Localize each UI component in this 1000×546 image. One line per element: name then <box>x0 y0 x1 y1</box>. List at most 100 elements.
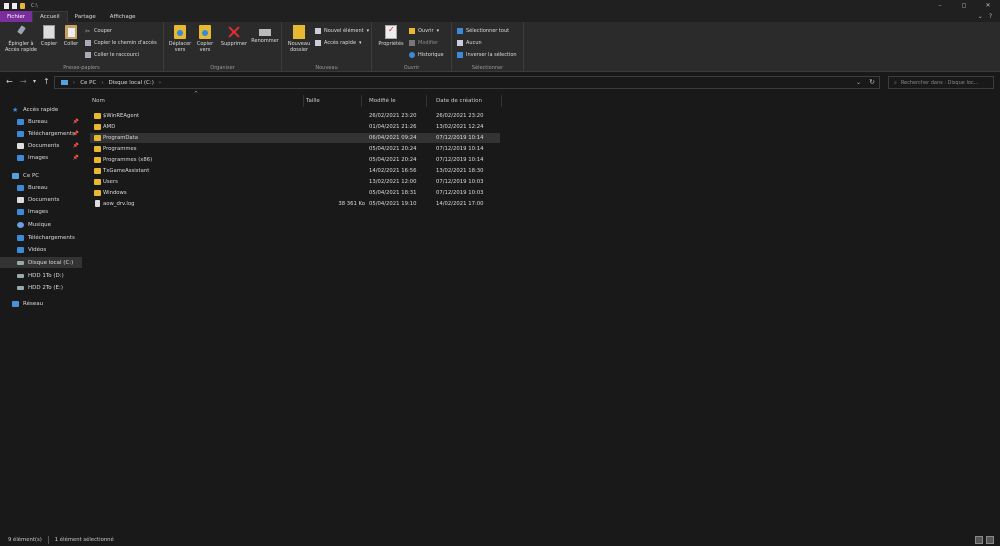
nav-pc-downloads[interactable]: Téléchargements <box>0 232 82 243</box>
tab-home[interactable]: Accueil <box>31 11 68 22</box>
table-row[interactable]: AMD 01/04/2021 21:26 13/02/2021 12:24 <box>90 122 500 132</box>
address-bar[interactable]: › Ce PC › Disque local (C:) › ⌄ ↻ <box>54 76 880 89</box>
select-none-label: Aucun <box>466 40 482 46</box>
minimize-button[interactable]: – <box>928 0 952 11</box>
title-bar: C:\ – ◻ ✕ <box>0 0 1000 11</box>
nav-quick-downloads[interactable]: Téléchargements 📌 <box>0 128 82 139</box>
column-header-name[interactable]: Nom <box>84 95 304 107</box>
documents-icon <box>17 142 24 149</box>
nav-pc-music[interactable]: Musique <box>0 219 82 230</box>
new-item-icon <box>315 28 321 34</box>
cut-button[interactable]: ✂ Couper <box>85 28 113 35</box>
maximize-button[interactable]: ◻ <box>952 0 976 11</box>
up-arrow-icon[interactable]: ↑ <box>43 77 50 86</box>
nav-pc-hdd-e[interactable]: HDD 2To (E:) <box>0 282 82 293</box>
details-view-icon[interactable] <box>975 536 983 544</box>
back-arrow-icon[interactable]: ← <box>6 77 13 86</box>
properties-quick-icon[interactable] <box>4 2 9 9</box>
tab-file[interactable]: Fichier <box>0 11 32 22</box>
download-icon <box>17 234 24 241</box>
new-file-quick-icon[interactable] <box>12 2 17 9</box>
view-toggle <box>975 536 994 544</box>
pictures-icon <box>17 208 24 215</box>
new-item-button[interactable]: Nouvel élément ▾ <box>315 28 369 34</box>
nav-this-pc[interactable]: Ce PC <box>0 170 82 181</box>
open-dropdown-icon: ▾ <box>436 28 440 34</box>
close-button[interactable]: ✕ <box>976 0 1000 11</box>
nav-quick-pictures[interactable]: Images 📌 <box>0 152 82 163</box>
column-header-created[interactable]: Date de création <box>428 95 502 107</box>
table-row[interactable]: Programmes 05/04/2021 20:24 07/12/2019 1… <box>90 144 500 154</box>
edit-button[interactable]: Modifier <box>409 40 438 46</box>
paste-shortcut-button[interactable]: Coller le raccourci <box>85 52 139 58</box>
nav-pc-pictures[interactable]: Images <box>0 206 82 217</box>
copy-button[interactable]: Copier <box>40 25 58 47</box>
move-to-label: Déplacer vers <box>168 41 192 53</box>
large-icons-view-icon[interactable] <box>986 536 994 544</box>
file-name: $WinREAgent <box>103 113 140 119</box>
edit-icon <box>409 40 415 46</box>
search-box[interactable]: ⌕ Rechercher dans : Disque loc... <box>888 76 994 89</box>
file-modified: 06/04/2021 09:24 <box>369 135 417 141</box>
cut-label: Couper <box>94 28 113 34</box>
nav-pc-desktop[interactable]: Bureau <box>0 182 82 193</box>
file-created: 13/02/2021 18:30 <box>436 168 484 174</box>
nav-quick-desktop[interactable]: Bureau 📌 <box>0 116 82 127</box>
tab-view[interactable]: Affichage <box>103 11 143 22</box>
easy-access-button[interactable]: Accès rapide ▾ <box>315 40 362 46</box>
file-created: 26/02/2021 23:20 <box>436 113 484 119</box>
open-button[interactable]: Ouvrir ▾ <box>409 28 439 34</box>
breadcrumb-separator-icon: › <box>158 79 162 86</box>
music-icon <box>17 221 24 228</box>
paste-button[interactable]: Coller <box>62 25 80 47</box>
nav-quick-access[interactable]: ★ Accès rapide <box>0 104 82 115</box>
rename-button[interactable]: Renommer <box>250 25 280 44</box>
tab-share[interactable]: Partage <box>68 11 103 22</box>
help-icon[interactable]: ? <box>989 13 992 20</box>
table-row[interactable]: Users 13/02/2021 12:00 07/12/2019 10:03 <box>90 177 500 187</box>
pinned-icon: 📌 <box>72 142 79 149</box>
nav-label: Vidéos <box>28 246 47 253</box>
breadcrumb-local-disk[interactable]: Disque local (C:) <box>109 80 154 86</box>
properties-button[interactable]: Propriétés <box>377 25 405 47</box>
nav-pc-local-disk[interactable]: Disque local (C:) <box>0 257 82 268</box>
table-row[interactable]: $WinREAgent 26/02/2021 23:20 26/02/2021 … <box>90 111 500 121</box>
delete-button[interactable]: Supprimer <box>220 25 248 47</box>
refresh-icon[interactable]: ↻ <box>869 78 875 86</box>
history-button[interactable]: Historique <box>409 52 444 58</box>
table-row[interactable]: Windows 05/04/2021 18:31 07/12/2019 10:0… <box>90 188 500 198</box>
nav-network[interactable]: Réseau <box>0 298 82 309</box>
recent-locations-icon[interactable]: ▾ <box>33 78 36 85</box>
column-header-size[interactable]: Taille <box>298 95 362 107</box>
copy-to-button[interactable]: Copier vers <box>194 25 216 53</box>
table-row[interactable]: Programmes (x86) 05/04/2021 20:24 07/12/… <box>90 155 500 165</box>
computer-icon <box>12 172 19 179</box>
table-row[interactable]: aow_drv.log 38 361 Ko 05/04/2021 19:10 1… <box>90 199 500 209</box>
address-dropdown-icon[interactable]: ⌄ <box>856 79 861 86</box>
table-row[interactable]: ProgramData 06/04/2021 09:24 07/12/2019 … <box>90 133 500 143</box>
nav-pc-documents[interactable]: Documents <box>0 194 82 205</box>
invert-selection-button[interactable]: Inverser la sélection <box>457 52 517 58</box>
history-icon <box>409 52 415 58</box>
file-icon <box>95 200 100 207</box>
select-all-button[interactable]: Sélectionner tout <box>457 28 509 34</box>
new-group: Nouveau dossier Nouvel élément ▾ Accès r… <box>282 22 372 72</box>
move-to-button[interactable]: Déplacer vers <box>168 25 192 53</box>
new-folder-quick-icon[interactable] <box>20 2 25 9</box>
item-count: 9 élément(s) <box>8 537 42 543</box>
select-none-button[interactable]: Aucun <box>457 40 482 46</box>
table-row[interactable]: TxGameAssistant 14/02/2021 16:56 13/02/2… <box>90 166 500 176</box>
folder-icon <box>94 135 101 141</box>
nav-pc-hdd-d[interactable]: HDD 1To (D:) <box>0 270 82 281</box>
nav-quick-documents[interactable]: Documents 📌 <box>0 140 82 151</box>
breadcrumb-this-pc[interactable]: Ce PC <box>80 80 96 86</box>
forward-arrow-icon[interactable]: → <box>20 77 27 86</box>
copy-path-button[interactable]: Copier le chemin d'accès <box>85 40 157 46</box>
folder-icon <box>94 168 101 174</box>
nav-pc-videos[interactable]: Vidéos <box>0 244 82 255</box>
new-folder-button[interactable]: Nouveau dossier <box>286 25 312 53</box>
pin-quick-access-button[interactable]: Épingler à Accès rapide <box>4 25 38 53</box>
ribbon-expand-icon[interactable]: ⌄ <box>978 13 983 20</box>
column-header-modified[interactable]: Modifié le <box>361 95 427 107</box>
rename-label: Renommer <box>251 38 279 44</box>
